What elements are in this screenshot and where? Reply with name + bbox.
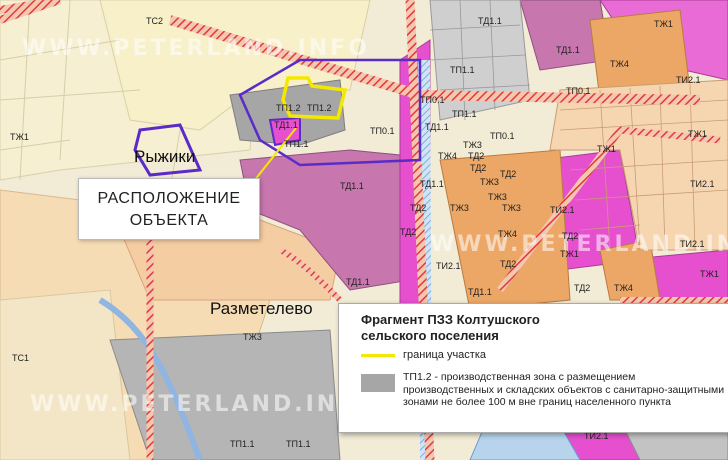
zone-label: ТЖ1 xyxy=(10,132,29,142)
zone-label: ТД1.1 xyxy=(478,16,502,26)
object-location-callout: РАСПОЛОЖЕНИЕ ОБЪЕКТА xyxy=(78,178,260,240)
industrial-zone-legend-label: ТП1.2 - производственная зона с размещен… xyxy=(403,371,725,408)
zone-label: ТП0.1 xyxy=(420,95,445,105)
place-label-ryzhiki: Рыжики xyxy=(134,147,196,166)
zone-label: ТД2 xyxy=(410,203,427,213)
zone-label: ТЖ4 xyxy=(438,151,457,161)
legend-title-line-2: сельского поселения xyxy=(361,328,499,343)
zone-label: ТД1.1 xyxy=(420,179,444,189)
zone-label: ТД2 xyxy=(500,169,517,179)
watermark-top: WWW.PETERLAND.INFO xyxy=(22,36,370,61)
zone-label: ТП1.1 xyxy=(286,439,311,449)
map-legend: Фрагмент ПЗЗ Колтушского сельского посел… xyxy=(338,303,728,433)
zone-label: ТД1.1 xyxy=(274,120,298,130)
zone-label: ТП1.2 xyxy=(307,103,332,113)
zone-label: ТИ2.1 xyxy=(584,431,609,441)
zone-label: ТИ2.1 xyxy=(676,75,701,85)
zone-label: ТЖ4 xyxy=(610,59,629,69)
zone-label: ТП1.2 xyxy=(276,103,301,113)
zone-label: ТЖ3 xyxy=(463,140,482,150)
zone-label: ТД1.1 xyxy=(340,181,364,191)
zone-label: ТД2 xyxy=(562,231,579,241)
place-label-razmetelevo: Разметелево xyxy=(210,299,313,318)
zone-label: ТП0.1 xyxy=(566,86,591,96)
zone-label: ТЖ1 xyxy=(597,144,616,154)
zone-label: ТИ2.1 xyxy=(690,179,715,189)
boundary-legend-label: граница участка xyxy=(403,349,486,361)
zone-label: ТП1.1 xyxy=(450,65,475,75)
zone-label: ТД1.1 xyxy=(346,277,370,287)
legend-title-line-1: Фрагмент ПЗЗ Колтушского xyxy=(361,312,540,327)
zone-label: ТС1 xyxy=(12,353,30,363)
zone-label: ТС2 xyxy=(146,16,164,26)
zone-label: ТД1.1 xyxy=(425,122,449,132)
callout-line-2: ОБЪЕКТА xyxy=(129,212,209,229)
zone-label: ТД1.1 xyxy=(556,45,580,55)
zone-label: ТД2 xyxy=(470,163,487,173)
zone-label: ТИ2.1 xyxy=(680,239,705,249)
zone-label: ТД2 xyxy=(500,259,517,269)
zone-label: ТЖ3 xyxy=(243,332,262,342)
boundary-line-swatch xyxy=(361,354,395,357)
industrial-zone-swatch xyxy=(361,374,395,392)
zone-label: ТЖ1 xyxy=(560,249,579,259)
zone-label: ТЖ3 xyxy=(502,203,521,213)
zoning-map: WWW.PETERLAND.INFO WWW.PETERLAND.INFO WW… xyxy=(0,0,728,460)
zone-label: ТД2 xyxy=(574,283,591,293)
zone-label: ТП1.1 xyxy=(230,439,255,449)
zone-label: ТЖ1 xyxy=(654,19,673,29)
zone-label: ТД1.1 xyxy=(468,287,492,297)
watermark-bottom: WWW.PETERLAND.INFO xyxy=(30,392,378,417)
zone-label: ТИ2.1 xyxy=(550,205,575,215)
zone-label: ТЖ3 xyxy=(450,203,469,213)
zone-label: ТЖ3 xyxy=(480,177,499,187)
zone-label: ТЖ4 xyxy=(498,229,517,239)
zone-label: ТД2 xyxy=(468,151,485,161)
zone-label: ТП0.1 xyxy=(490,131,515,141)
zone-label: ТЖ3 xyxy=(488,192,507,202)
zone-label: ТП1.1 xyxy=(284,139,309,149)
callout-line-1: РАСПОЛОЖЕНИЕ xyxy=(97,190,241,207)
zone-label: ТЖ1 xyxy=(688,129,707,139)
zone-label: ТЖ1 xyxy=(700,269,719,279)
zone-label: ТИ2.1 xyxy=(436,261,461,271)
legend-title: Фрагмент ПЗЗ Колтушского сельского посел… xyxy=(361,312,540,344)
zone-label: ТД2 xyxy=(400,227,417,237)
zone-label: ТЖ4 xyxy=(614,283,633,293)
zone-label: ТП1.1 xyxy=(452,109,477,119)
zone-label: ТП0.1 xyxy=(370,126,395,136)
